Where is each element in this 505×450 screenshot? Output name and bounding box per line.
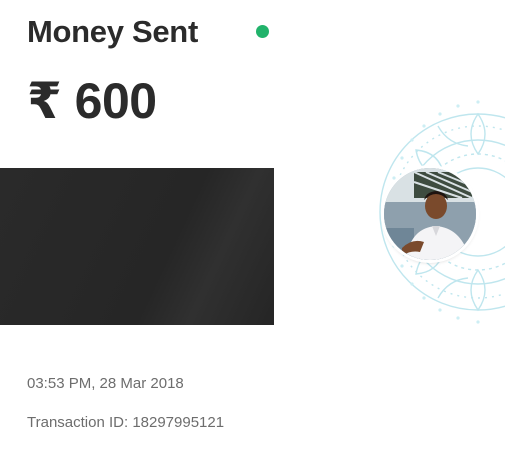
profile-photo-icon	[384, 168, 476, 260]
transaction-timestamp: 03:53 PM, 28 Mar 2018	[27, 375, 184, 392]
transaction-receipt-screen: Money Sent ₹ 600 03:53 PM, 28 Mar 2018 T…	[0, 0, 505, 450]
recipient-avatar	[384, 168, 476, 260]
status-title: Money Sent	[27, 14, 198, 49]
redacted-recipient-details	[0, 168, 274, 325]
amount-label: ₹ 600	[27, 73, 157, 129]
success-dot-icon	[256, 25, 269, 38]
transaction-id[interactable]: Transaction ID: 18297995121	[27, 414, 224, 431]
